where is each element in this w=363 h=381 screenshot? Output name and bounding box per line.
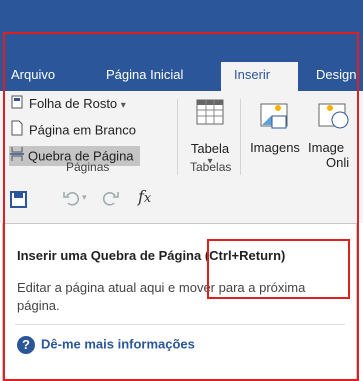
chevron-down-icon[interactable]: ▾: [82, 192, 87, 203]
undo-icon[interactable]: [62, 189, 80, 212]
folha-de-rosto-label: Folha de Rosto: [29, 96, 118, 111]
blank-page-icon: [10, 120, 26, 142]
tab-inserir[interactable]: Inserir: [221, 62, 298, 91]
group-label-paginas: Páginas: [66, 160, 110, 174]
imagens-button[interactable]: Imagens: [244, 98, 306, 155]
help-icon: ?: [17, 336, 35, 354]
tabela-label: Tabela: [190, 141, 230, 156]
tooltip-description: Editar a página atual aqui e mover para …: [17, 280, 306, 313]
chevron-down-icon: ▾: [120, 100, 126, 111]
redo-icon[interactable]: [102, 189, 120, 212]
tab-design[interactable]: Design: [316, 62, 356, 91]
group-separator: [240, 99, 241, 175]
folha-de-rosto-button[interactable]: Folha de Rosto ▾: [10, 94, 126, 114]
tooltip-divider: [15, 324, 345, 325]
help-link[interactable]: ? Dê-me mais informações: [17, 336, 195, 354]
tab-pagina-inicial[interactable]: Página Inicial: [106, 62, 183, 91]
cover-page-icon: [10, 95, 26, 115]
ribbon-tab-bar: Arquivo Página Inicial Inserir Design: [0, 32, 363, 91]
help-link-label: Dê-me mais informações: [41, 336, 195, 352]
pagina-em-branco-label: Página em Branco: [29, 122, 136, 138]
save-icon[interactable]: [10, 191, 27, 213]
tab-arquivo[interactable]: Arquivo: [11, 62, 55, 91]
imagens-online-label-1: Image: [308, 140, 345, 155]
function-icon[interactable]: fx: [138, 187, 151, 206]
title-bar: [0, 0, 363, 32]
imagens-online-button[interactable]: Image Onli: [306, 98, 363, 170]
tooltip-title: Inserir uma Quebra de Página (Ctrl+Retur…: [17, 248, 286, 263]
group-separator: [177, 99, 178, 175]
page-break-icon: [9, 146, 25, 168]
online-picture-icon: [316, 98, 350, 132]
tooltip-card: Inserir uma Quebra de Página (Ctrl+Retur…: [2, 223, 357, 381]
tabela-button[interactable]: Tabela ▾: [184, 98, 236, 167]
picture-icon: [258, 98, 292, 132]
quick-access-toolbar: ▾ fx: [0, 178, 363, 223]
imagens-label: Imagens: [250, 140, 300, 155]
imagens-online-label-2: Onli: [326, 155, 350, 170]
group-label-tabelas: Tabelas: [190, 160, 232, 174]
table-icon: [196, 98, 224, 126]
pagina-em-branco-button[interactable]: Página em Branco: [10, 120, 136, 140]
